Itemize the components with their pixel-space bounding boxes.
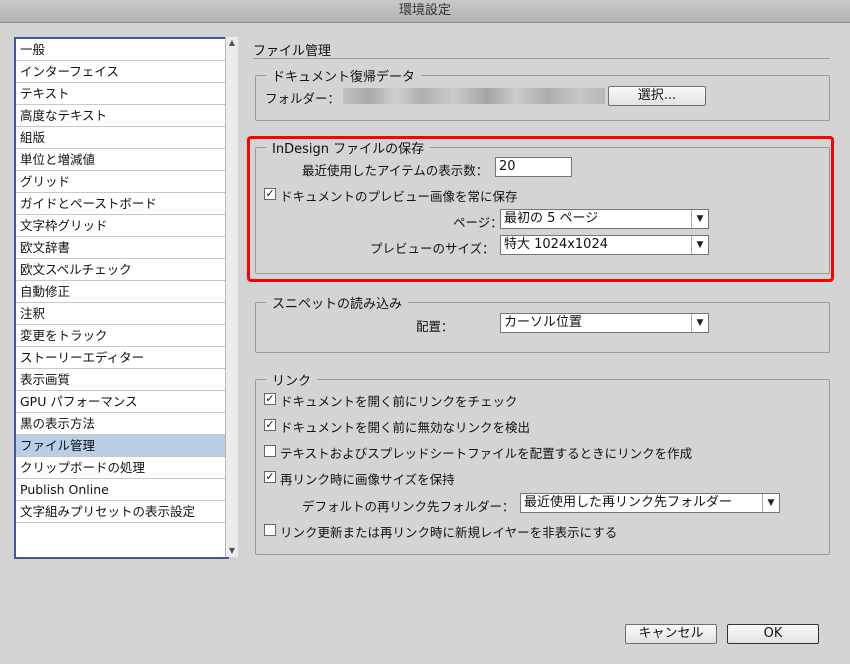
sidebar-item-file-handling[interactable]: ファイル管理 — [16, 435, 227, 457]
ok-button[interactable]: OK — [727, 624, 819, 644]
sidebar-item-publish-online[interactable]: Publish Online — [16, 479, 227, 501]
preferences-window: 環境設定 一般 インターフェイス テキスト 高度なテキスト 組版 単位と増減値 … — [0, 0, 850, 664]
preserve-size-checkbox[interactable]: ✓ — [264, 471, 276, 483]
sidebar-item-appearance-of-black[interactable]: 黒の表示方法 — [16, 413, 227, 435]
sidebar-item-units[interactable]: 単位と増減値 — [16, 149, 227, 171]
position-label: 配置： — [416, 319, 454, 334]
sidebar-item-clipboard[interactable]: クリップボードの処理 — [16, 457, 227, 479]
cancel-button[interactable]: キャンセル — [625, 624, 717, 644]
sidebar-item-autocorrect[interactable]: 自動修正 — [16, 281, 227, 303]
folder-path-redacted — [343, 88, 605, 104]
choose-folder-button[interactable]: 選択... — [608, 86, 706, 106]
category-list[interactable]: 一般 インターフェイス テキスト 高度なテキスト 組版 単位と増減値 グリッド … — [14, 37, 229, 559]
hide-layers-label[interactable]: リンク更新または再リンク時に新規レイヤーを非表示にする — [280, 522, 617, 541]
page-title: ファイル管理 — [253, 44, 332, 59]
sidebar-item-mojikumi[interactable]: 文字組みプリセットの表示設定 — [16, 501, 227, 523]
sidebar-item-guides[interactable]: ガイドとペーストボード — [16, 193, 227, 215]
sidebar-item-story-editor[interactable]: ストーリーエディター — [16, 347, 227, 369]
sidebar-item-gpu-performance[interactable]: GPU パフォーマンス — [16, 391, 227, 413]
sidebar-item-notes[interactable]: 注釈 — [16, 303, 227, 325]
find-missing-checkbox[interactable]: ✓ — [264, 419, 276, 431]
title-divider — [253, 58, 830, 59]
sidebar-item-track-changes[interactable]: 変更をトラック — [16, 325, 227, 347]
window-title: 環境設定 — [0, 0, 850, 23]
sidebar-item-grids[interactable]: グリッド — [16, 171, 227, 193]
recovery-legend: ドキュメント復帰データ — [266, 66, 422, 85]
links-legend: リンク — [266, 370, 318, 389]
preserve-size-label[interactable]: 再リンク時に画像サイズを保持 — [280, 469, 455, 488]
position-select[interactable]: カーソル位置 ▼ — [500, 313, 709, 333]
default-folder-select[interactable]: 最近使用した再リンク先フォルダー ▼ — [520, 493, 780, 513]
sidebar-item-interface[interactable]: インターフェイス — [16, 61, 227, 83]
position-select-value: カーソル位置 — [504, 315, 583, 330]
sidebar-item-spelling[interactable]: 欧文スペルチェック — [16, 259, 227, 281]
check-links-label[interactable]: ドキュメントを開く前にリンクをチェック — [280, 391, 518, 410]
highlight-frame — [247, 136, 834, 282]
sidebar-item-frame-grid[interactable]: 文字枠グリッド — [16, 215, 227, 237]
chevron-down-icon: ▼ — [762, 494, 779, 512]
folder-label: フォルダー： — [265, 91, 341, 106]
default-folder-label: デフォルトの再リンク先フォルダー： — [302, 499, 515, 514]
check-links-checkbox[interactable]: ✓ — [264, 393, 276, 405]
default-folder-select-value: 最近使用した再リンク先フォルダー — [524, 495, 733, 510]
create-links-label[interactable]: テキストおよびスプレッドシートファイルを配置するときにリンクを作成 — [280, 443, 692, 462]
hide-layers-checkbox[interactable] — [264, 524, 276, 536]
scroll-down-icon[interactable]: ▼ — [226, 545, 238, 557]
sidebar-item-dictionary[interactable]: 欧文辞書 — [16, 237, 227, 259]
scroll-up-icon[interactable]: ▲ — [226, 37, 238, 49]
sidebar-item-text[interactable]: テキスト — [16, 83, 227, 105]
sidebar-item-advanced-text[interactable]: 高度なテキスト — [16, 105, 227, 127]
sidebar-scrollbar[interactable]: ▲ ▼ — [225, 37, 238, 557]
sidebar-item-composition[interactable]: 組版 — [16, 127, 227, 149]
create-links-checkbox[interactable] — [264, 445, 276, 457]
sidebar-item-display-performance[interactable]: 表示画質 — [16, 369, 227, 391]
sidebar-item-general[interactable]: 一般 — [16, 39, 227, 61]
snippet-legend: スニペットの読み込み — [266, 293, 409, 312]
chevron-down-icon: ▼ — [691, 314, 708, 332]
find-missing-label[interactable]: ドキュメントを開く前に無効なリンクを検出 — [280, 417, 530, 436]
